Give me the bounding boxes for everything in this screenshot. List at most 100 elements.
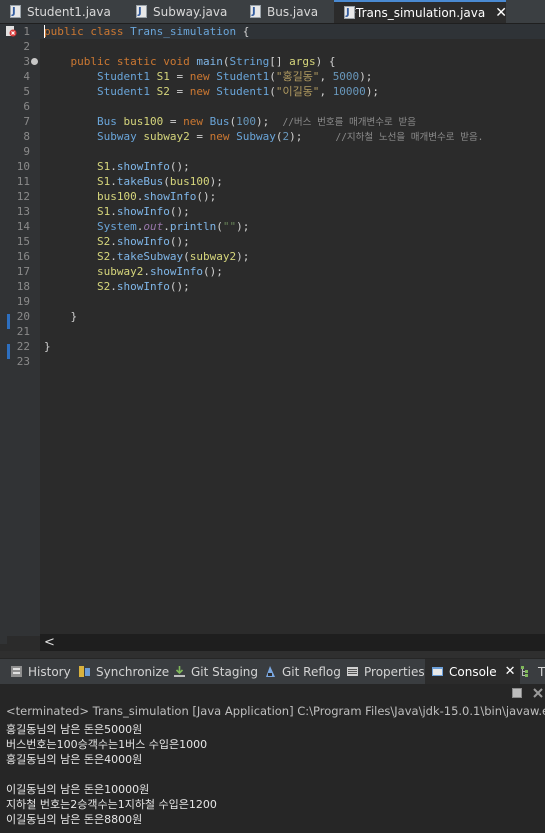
tab-bus-java[interactable]: J Bus.java bbox=[240, 0, 332, 23]
tab-label: Synchronize bbox=[96, 664, 170, 679]
code-line: 9 bbox=[0, 144, 545, 159]
code-line: 20 } bbox=[0, 309, 545, 324]
console-status: <terminated> Trans_simulation [Java Appl… bbox=[6, 704, 545, 718]
code-text: public class Trans_simulation { bbox=[44, 25, 250, 38]
tab-history[interactable]: History bbox=[10, 659, 71, 684]
code-text: S1.showInfo(); bbox=[96, 160, 190, 173]
java-file-icon: J bbox=[10, 5, 21, 18]
code-line: 4 Student1 S1 = new Student1("홍길동", 5000… bbox=[0, 69, 545, 84]
code-line: 7 Bus bus100 = new Bus(100); //버스 번호를 매개… bbox=[0, 114, 545, 129]
console-output-line: 버스번호는100승객수는1버스 수입은1000 bbox=[6, 738, 208, 751]
line-number: 6 bbox=[23, 100, 30, 113]
fold-toggle-icon[interactable] bbox=[31, 58, 38, 65]
code-text: } bbox=[44, 340, 51, 353]
code-text: bus100.showInfo(); bbox=[96, 190, 217, 203]
code-text: Bus bus100 = new Bus(100); //버스 번호를 매개변수… bbox=[96, 115, 416, 128]
tab-label: Properties bbox=[364, 664, 425, 679]
code-line: 1 public class Trans_simulation { bbox=[0, 24, 545, 39]
tab-trans-simulation-java[interactable]: J *Trans_simulation.java ✕ bbox=[334, 0, 507, 23]
tab-label: Student1.java bbox=[27, 4, 111, 19]
history-icon bbox=[11, 666, 22, 677]
view-tab-bar: History Synchronize Git Staging Git Refl… bbox=[0, 658, 545, 684]
code-line: 23 bbox=[0, 354, 545, 369]
code-line: 15 S2.showInfo(); bbox=[0, 234, 545, 249]
code-line: 21 bbox=[0, 324, 545, 339]
code-line: 3 public static void main(String[] args)… bbox=[0, 54, 545, 69]
tab-label: T bbox=[538, 664, 545, 679]
code-line: 14 System.out.println(""); bbox=[0, 219, 545, 234]
tab-synchronize[interactable]: Synchronize bbox=[78, 659, 169, 684]
line-number: 14 bbox=[16, 220, 30, 233]
code-text: S1.takeBus(bus100); bbox=[96, 175, 223, 188]
code-line: 19 bbox=[0, 294, 545, 309]
tab-label: History bbox=[28, 664, 71, 679]
scroll-left-icon[interactable]: < bbox=[44, 635, 55, 650]
remove-launch-icon[interactable] bbox=[532, 687, 544, 699]
tab-student1-java[interactable]: J Student1.java bbox=[0, 0, 121, 23]
tab-git-reflog[interactable]: Git Reflog bbox=[264, 659, 341, 684]
line-number: 18 bbox=[16, 280, 30, 293]
line-number: 1 bbox=[23, 25, 30, 38]
terminate-icon[interactable] bbox=[511, 687, 523, 699]
close-tab-icon[interactable]: ✕ bbox=[495, 5, 507, 21]
tab-label: Git Reflog bbox=[282, 664, 341, 679]
code-text: S2.showInfo(); bbox=[96, 235, 190, 248]
tab-console[interactable]: Console ✕ bbox=[425, 659, 520, 684]
code-line: 6 bbox=[0, 99, 545, 114]
code-line: 5 Student1 S2 = new Student1("이길동", 1000… bbox=[0, 84, 545, 99]
code-line: 2 bbox=[0, 39, 545, 54]
close-console-icon[interactable]: ✕ bbox=[505, 664, 516, 679]
code-text: Student1 S1 = new Student1("홍길동", 5000); bbox=[96, 70, 373, 83]
properties-icon bbox=[347, 667, 358, 676]
line-number: 22 bbox=[16, 340, 30, 353]
line-number: 5 bbox=[23, 85, 30, 98]
line-number: 21 bbox=[16, 325, 30, 338]
java-file-icon: J bbox=[250, 5, 261, 18]
git-reflog-icon bbox=[266, 666, 275, 677]
code-line: 17 subway2.showInfo(); bbox=[0, 264, 545, 279]
tab-subway-java[interactable]: J Subway.java bbox=[126, 0, 238, 23]
java-file-icon: J bbox=[136, 5, 147, 18]
code-text: Student1 S2 = new Student1("이길동", 10000)… bbox=[96, 85, 380, 98]
code-line: 16 S2.takeSubway(subway2); bbox=[0, 249, 545, 264]
line-number: 23 bbox=[16, 355, 30, 368]
line-number: 15 bbox=[16, 235, 30, 248]
code-line: 18 S2.showInfo(); bbox=[0, 279, 545, 294]
tab-label: Subway.java bbox=[153, 4, 228, 19]
code-editor[interactable]: 1 public class Trans_simulation { 2 3 pu… bbox=[0, 24, 545, 651]
line-number: 12 bbox=[16, 190, 30, 203]
line-number: 3 bbox=[23, 55, 30, 68]
code-text: System.out.println(""); bbox=[96, 220, 250, 233]
line-number: 16 bbox=[16, 250, 30, 263]
console-output-line: 지하철 번호는2승객수는1지하철 수입은1200 bbox=[6, 798, 217, 811]
git-staging-icon bbox=[174, 666, 185, 677]
tab-properties[interactable]: Properties bbox=[346, 659, 425, 684]
code-line: 8 Subway subway2 = new Subway(2); //지하철 … bbox=[0, 129, 545, 144]
console-output-line: 이길동님의 남은 돈은8800원 bbox=[6, 813, 143, 826]
tab-label: Console bbox=[449, 664, 497, 679]
console-panel: <terminated> Trans_simulation [Java Appl… bbox=[0, 684, 545, 833]
tab-type-hierarchy[interactable]: T bbox=[520, 659, 545, 684]
console-output-line: 이길동님의 남은 돈은10000원 bbox=[6, 783, 150, 796]
code-text: subway2.showInfo(); bbox=[96, 265, 223, 278]
editor-tab-bar: J Student1.java J Subway.java J Bus.java… bbox=[0, 0, 545, 24]
line-number: 2 bbox=[23, 40, 30, 53]
console-toolbar bbox=[0, 684, 545, 704]
line-number: 20 bbox=[16, 310, 30, 323]
line-number: 13 bbox=[16, 205, 30, 218]
tab-label: *Trans_simulation.java bbox=[350, 5, 486, 20]
line-number: 11 bbox=[16, 175, 30, 188]
line-number: 8 bbox=[23, 130, 30, 143]
code-line: 12 bus100.showInfo(); bbox=[0, 189, 545, 204]
horizontal-scrollbar[interactable]: < bbox=[40, 634, 545, 651]
console-output-line: 홍길동님의 남은 돈은5000원 bbox=[6, 723, 143, 736]
code-text: S2.takeSubway(subway2); bbox=[96, 250, 250, 263]
code-text: } bbox=[70, 310, 78, 323]
line-number: 17 bbox=[16, 265, 30, 278]
tab-git-staging[interactable]: Git Staging bbox=[173, 659, 258, 684]
line-number: 10 bbox=[16, 160, 30, 173]
code-text: S1.showInfo(); bbox=[96, 205, 190, 218]
line-number: 4 bbox=[23, 70, 30, 83]
type-hierarchy-icon bbox=[521, 666, 528, 677]
line-number: 9 bbox=[23, 145, 30, 158]
